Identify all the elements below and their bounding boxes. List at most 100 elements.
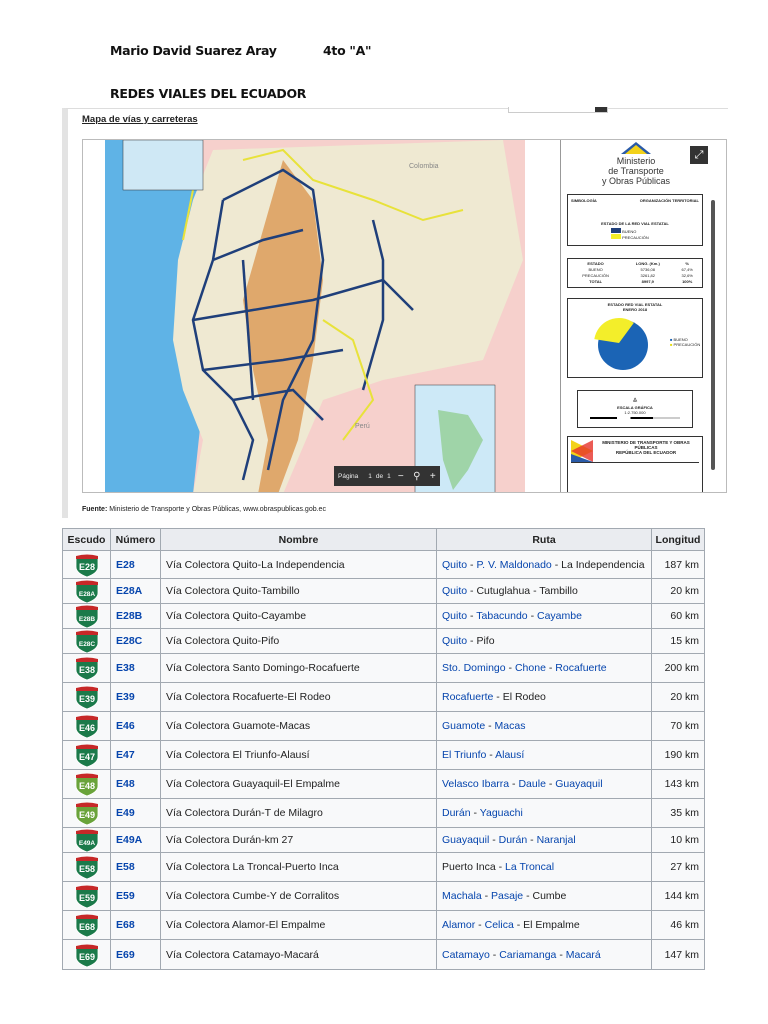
route-number-link[interactable]: E49A xyxy=(116,834,142,846)
shield-cell: E38 xyxy=(62,653,111,683)
route-number-link[interactable]: E28B xyxy=(116,610,142,622)
route-link[interactable]: Durán xyxy=(499,834,528,846)
page-current[interactable]: 1 xyxy=(368,473,372,480)
route-link[interactable]: El Triunfo xyxy=(442,749,486,761)
highway-shield-icon: E46 xyxy=(75,715,98,738)
route-text: - xyxy=(505,662,515,674)
route-number-link[interactable]: E69 xyxy=(116,949,135,961)
route-number-link[interactable]: E28C xyxy=(116,635,142,647)
route-name: Vía Colectora Guamote-Macas xyxy=(160,711,437,741)
stats-cell: 8997,9 xyxy=(641,279,654,284)
source-label: Fuente: xyxy=(82,506,108,513)
route-link[interactable]: Sto. Domingo xyxy=(442,662,506,674)
route-text: - xyxy=(489,834,499,846)
open-external-button[interactable]: ⤢ xyxy=(690,146,708,164)
stats-cell: PRECAUCIÓN xyxy=(582,273,609,278)
page-total: 1 xyxy=(387,472,391,480)
route-link[interactable]: Catamayo xyxy=(442,949,490,961)
ministry-logo: Ministerio de Transporte y Obras Pública… xyxy=(581,142,691,186)
stats-table: ESTADO LONG. (Km.)% BUENO 5736,08 67,4% PRE… xyxy=(567,258,703,288)
route-link[interactable]: Chone xyxy=(515,662,546,674)
route-link[interactable]: Quito xyxy=(442,610,467,622)
route-length: 20 km xyxy=(651,682,705,712)
route-number-link[interactable]: E28A xyxy=(116,585,142,597)
route-text: - xyxy=(467,610,477,622)
route-number-link[interactable]: E49 xyxy=(116,807,135,819)
scale-box: ⩓ ESCALA GRÁFICA 1:2.750.000 xyxy=(577,390,693,428)
route-number-link[interactable]: E58 xyxy=(116,861,135,873)
route-path: Sto. Domingo - Chone - Rocafuerte xyxy=(436,653,652,683)
zoom-in-button[interactable]: + xyxy=(427,471,439,482)
table-row: E59 E59 Vía Colectora Cumbe-Y de Corrali… xyxy=(62,881,705,911)
route-text: - El Empalme xyxy=(513,919,580,931)
route-link[interactable]: Guayaquil xyxy=(555,778,602,790)
route-link[interactable]: Quito xyxy=(442,559,467,571)
route-link[interactable]: P. V. Maldonado xyxy=(476,559,551,571)
highway-shield-icon: E28C xyxy=(75,630,98,653)
route-number-link[interactable]: E46 xyxy=(116,720,135,732)
highway-shield-icon: E49A xyxy=(75,829,98,852)
route-path: Guamote - Macas xyxy=(436,711,652,741)
route-link[interactable]: Celica xyxy=(485,919,514,931)
route-link[interactable]: La Troncal xyxy=(505,861,554,873)
route-number-link[interactable]: E38 xyxy=(116,662,135,674)
shield-text: E47 xyxy=(78,752,94,762)
route-text: - xyxy=(527,834,537,846)
route-link[interactable]: Yaguachi xyxy=(480,807,523,819)
table-row: E68 E68 Vía Colectora Alamor-El Empalme … xyxy=(62,910,705,940)
route-link[interactable]: Alamor xyxy=(442,919,475,931)
route-link[interactable]: Rocafuerte xyxy=(442,691,493,703)
route-link[interactable]: Quito xyxy=(442,635,467,647)
route-text: - El Rodeo xyxy=(493,691,546,703)
route-link[interactable]: Pasaje xyxy=(491,890,523,902)
route-link[interactable]: Machala xyxy=(442,890,482,902)
panel-scrollbar[interactable] xyxy=(711,200,715,470)
route-link[interactable]: Tabacundo xyxy=(476,610,527,622)
route-number-link[interactable]: E59 xyxy=(116,890,135,902)
route-link[interactable]: Rocafuerte xyxy=(555,662,606,674)
pie-subtitle: ENERO 2018 xyxy=(622,307,648,312)
page-of: de xyxy=(375,472,384,480)
highway-shield-icon: E48 xyxy=(75,773,98,796)
stats-cell: 5736,08 xyxy=(640,267,656,272)
table-row: E39 E39 Vía Colectora Rocafuerte-El Rode… xyxy=(62,682,705,712)
route-name: Vía Colectora Quito-La Independencia xyxy=(160,550,437,579)
route-link[interactable]: Guamote xyxy=(442,720,485,732)
shield-cell: E46 xyxy=(62,711,111,741)
highway-shield-icon: E58 xyxy=(75,856,98,879)
route-length: 147 km xyxy=(651,939,705,970)
zoom-search-icon[interactable]: ⚲ xyxy=(411,471,423,482)
route-link[interactable]: Velasco Ibarra xyxy=(442,778,509,790)
route-number-link[interactable]: E68 xyxy=(116,919,135,931)
route-number-link[interactable]: E28 xyxy=(116,559,135,571)
route-link[interactable]: Cariamanga xyxy=(499,949,556,961)
route-link[interactable]: Naranjal xyxy=(537,834,576,846)
route-name: Vía Colectora Rocafuerte-El Rodeo xyxy=(160,682,437,712)
route-link[interactable]: Guayaquil xyxy=(442,834,489,846)
route-link[interactable]: Cayambe xyxy=(537,610,582,622)
route-number-link[interactable]: E47 xyxy=(116,749,135,761)
route-link[interactable]: Daule xyxy=(518,778,545,790)
route-number-link[interactable]: E48 xyxy=(116,778,135,790)
table-row: E28 E28 Vía Colectora Quito-La Independe… xyxy=(62,550,705,579)
shield-cell: E39 xyxy=(62,682,111,712)
route-number-link[interactable]: E39 xyxy=(116,691,135,703)
table-row: E28B E28B Vía Colectora Quito-Cayambe Qu… xyxy=(62,603,705,629)
route-link[interactable]: Alausí xyxy=(495,749,524,761)
route-link[interactable]: Quito xyxy=(442,585,467,597)
route-path: Machala - Pasaje - Cumbe xyxy=(436,881,652,911)
galapagos-inset xyxy=(122,140,204,191)
legend-estado: ESTADO DE LA RED VIAL ESTATAL xyxy=(601,221,669,226)
shield-cell: E28B xyxy=(62,603,111,629)
route-path: Durán - Yaguachi xyxy=(436,798,652,828)
route-link[interactable]: Macará xyxy=(566,949,601,961)
route-path: Puerto Inca - La Troncal xyxy=(436,852,652,882)
stats-cell: 100% xyxy=(682,279,693,284)
ministry-line-2: de Transporte xyxy=(608,166,664,176)
stats-cell: TOTAL xyxy=(589,279,603,284)
zoom-out-button[interactable]: − xyxy=(395,471,407,482)
route-name: Vía Colectora Durán-T de Milagro xyxy=(160,798,437,828)
stats-header: LONG. (Km.) xyxy=(635,261,660,266)
route-link[interactable]: Macas xyxy=(495,720,526,732)
route-link[interactable]: Durán xyxy=(442,807,471,819)
